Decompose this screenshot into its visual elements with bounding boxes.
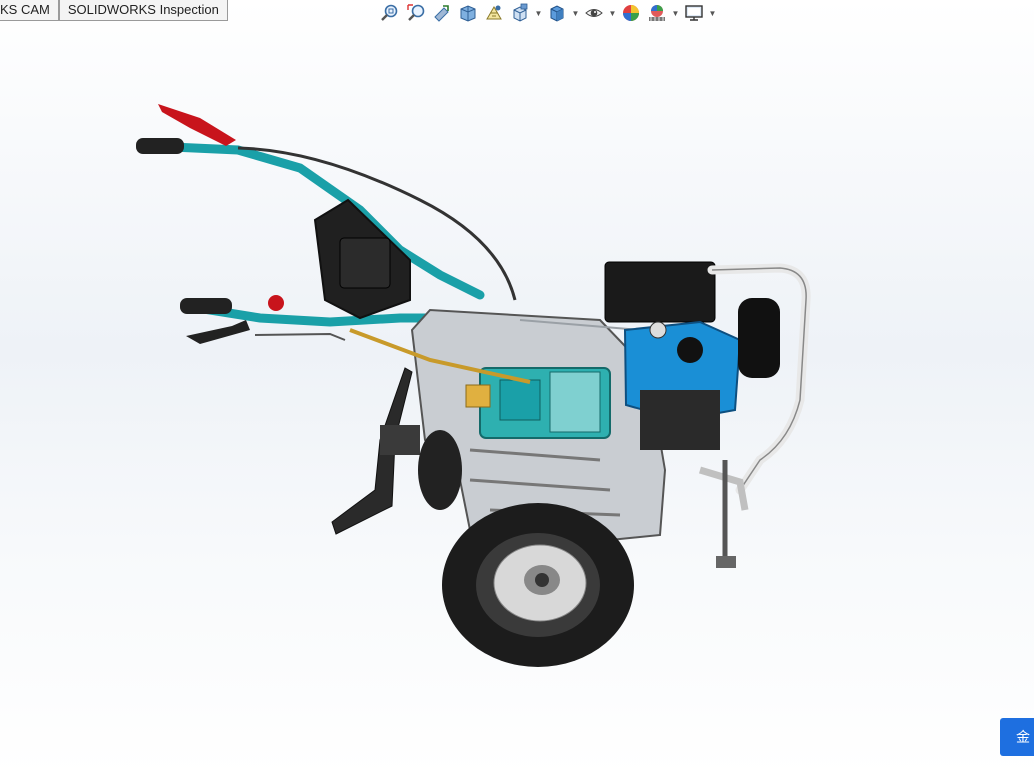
zoom-to-area-icon[interactable] — [404, 2, 428, 24]
fuel-cap-icon — [677, 337, 703, 363]
chevron-down-icon[interactable]: ▼ — [708, 2, 717, 24]
fuel-tank-icon — [604, 261, 716, 323]
chevron-down-icon[interactable]: ▼ — [608, 2, 617, 24]
apply-scene-icon[interactable] — [645, 2, 669, 24]
zoom-to-fit-icon[interactable] — [378, 2, 402, 24]
previous-view-icon[interactable] — [430, 2, 454, 24]
view-settings-icon[interactable] — [682, 2, 706, 24]
corner-popup-widget[interactable]: 金 — [1000, 718, 1034, 756]
throttle-icon — [268, 295, 284, 311]
edit-appearance-icon[interactable] — [619, 2, 643, 24]
shift-knob-icon — [465, 384, 491, 408]
hide-show-items-icon[interactable] — [582, 2, 606, 24]
hub-icon — [535, 573, 549, 587]
tab-solidworks-inspection[interactable]: SOLIDWORKS Inspection — [58, 0, 228, 21]
right-grip-icon — [180, 298, 232, 314]
view-orientation-icon[interactable] — [508, 2, 532, 24]
chevron-down-icon[interactable]: ▼ — [571, 2, 580, 24]
chevron-down-icon[interactable]: ▼ — [534, 2, 543, 24]
chevron-down-icon[interactable]: ▼ — [671, 2, 680, 24]
dynamic-annotation-views-icon[interactable] — [482, 2, 506, 24]
display-style-icon[interactable] — [545, 2, 569, 24]
front-tine-rod[interactable] — [331, 367, 420, 535]
control-plate[interactable] — [313, 198, 411, 320]
heads-up-view-toolbar: ▼ ▼ ▼ ▼ ▼ — [378, 2, 717, 24]
section-view-icon[interactable] — [456, 2, 480, 24]
left-grip-icon — [136, 138, 184, 154]
task-pane-tabs: KS CAM SOLIDWORKS Inspection — [0, 0, 228, 22]
muffler-icon — [738, 298, 780, 378]
tab-cam[interactable]: KS CAM — [0, 0, 59, 21]
graphics-area[interactable] — [0, 24, 1034, 776]
